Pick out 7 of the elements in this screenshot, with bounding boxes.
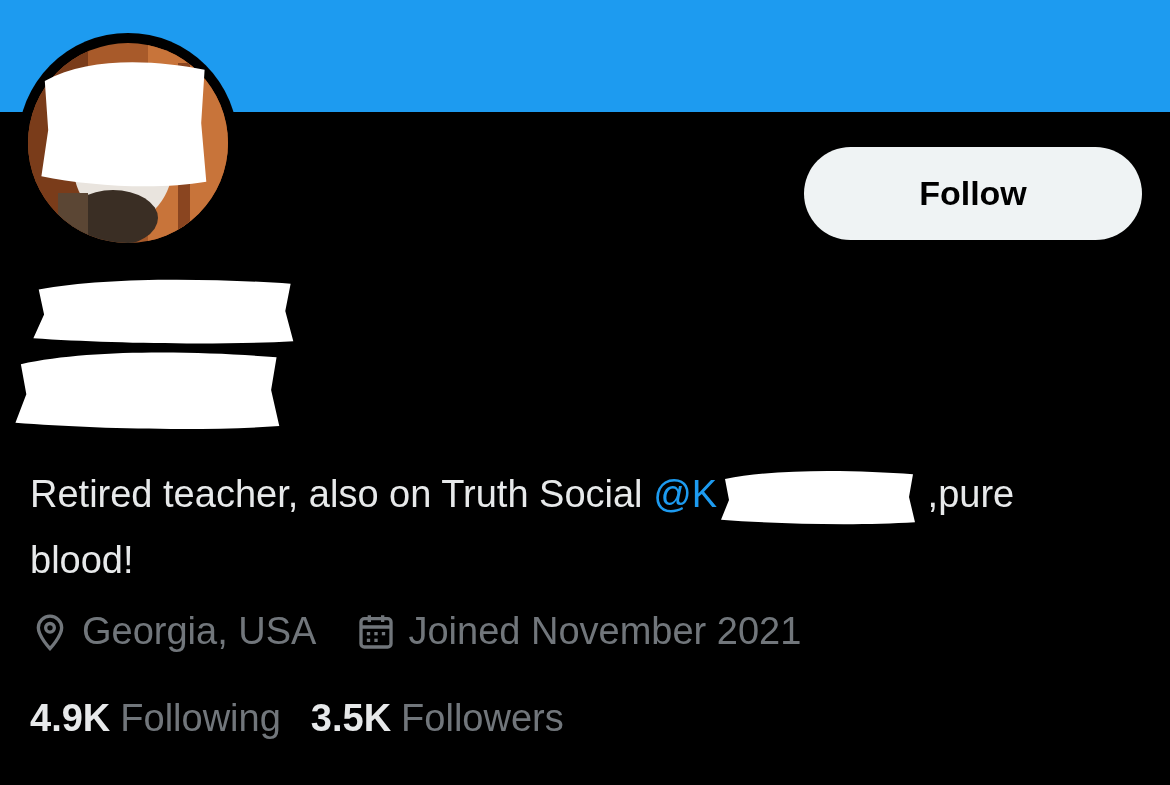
bio-text: Retired teacher, also on Truth Social @K ,pure blood!: [0, 461, 1140, 593]
follow-button[interactable]: Follow: [804, 147, 1142, 240]
stat-link[interactable]: 4.9K Following: [30, 690, 281, 747]
joined-date: Joined November 2021: [408, 609, 802, 654]
stat-link[interactable]: 3.5K Followers: [310, 690, 564, 747]
location-text: Georgia, USA: [82, 609, 317, 654]
mention-link[interactable]: @K: [653, 473, 718, 515]
